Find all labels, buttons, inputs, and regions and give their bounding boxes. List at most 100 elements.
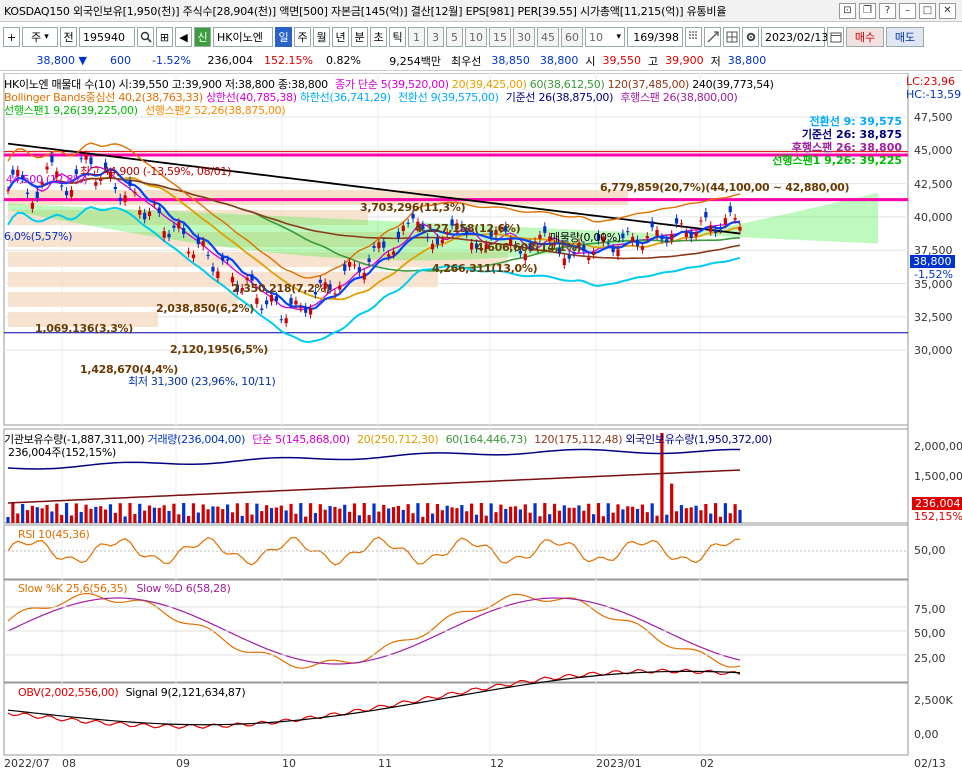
candle-body xyxy=(621,233,625,239)
legend-vol-ma20: 20(250,712,30) xyxy=(357,433,439,446)
volume-bar xyxy=(250,514,254,523)
interval-3[interactable]: 3 xyxy=(427,27,444,47)
candle-body xyxy=(411,214,415,219)
candle-body xyxy=(30,202,34,209)
volume-profile-7: 2,038,850(6,2%) xyxy=(156,302,254,315)
period-week[interactable]: 주 xyxy=(294,27,311,47)
candle-body xyxy=(655,229,659,237)
volume-bar xyxy=(133,513,137,523)
volume-bar xyxy=(6,517,10,523)
count-field[interactable]: 169/398 xyxy=(627,27,683,47)
candle-body xyxy=(343,264,347,271)
period-tick[interactable]: 틱 xyxy=(389,27,406,47)
interval-45[interactable]: 45 xyxy=(537,27,559,47)
legend-line-3: 선행스팬1 9,26(39,225,00) 선행스팬2 52,26(38,875… xyxy=(4,102,286,118)
volume-profile-8: 1,069,136(3,3%) xyxy=(35,322,133,335)
volume-bar xyxy=(89,508,93,523)
expand-button[interactable]: + xyxy=(3,27,20,47)
prev-button[interactable]: 전 xyxy=(60,27,77,47)
volume-bar xyxy=(645,512,649,523)
calendar-icon[interactable] xyxy=(827,27,844,47)
volume-bar xyxy=(440,510,444,523)
price-tick-7: 30,000 xyxy=(914,344,953,358)
dock-button[interactable]: ⊡ xyxy=(839,2,856,19)
candle-body xyxy=(440,239,444,243)
legend-volume-val: 거래량(236,004,00) xyxy=(147,433,246,446)
search-icon[interactable] xyxy=(137,27,154,47)
period-month[interactable]: 월 xyxy=(313,27,330,47)
window-title: KOSDAQ150 외국인보유[1,950(천)] 주식수[28,904(천)]… xyxy=(4,4,727,18)
volume-bar xyxy=(343,504,347,523)
candle-body xyxy=(679,223,684,225)
stock-name-field[interactable]: HK이노엔 xyxy=(213,27,273,47)
rsi-pane xyxy=(3,524,909,580)
volume-bar xyxy=(650,503,654,523)
chart-area[interactable]: HK이노엔 매물대 수(10) 시:39,550 고:39,900 저:38,8… xyxy=(0,73,962,774)
volume-bar xyxy=(333,506,337,523)
gear-icon[interactable] xyxy=(742,27,759,47)
volume-bar xyxy=(665,514,669,523)
interval-15[interactable]: 15 xyxy=(489,27,511,47)
volume-bar xyxy=(631,506,635,523)
volume-bar xyxy=(509,506,513,523)
candle-body xyxy=(640,246,644,250)
period-second[interactable]: 초 xyxy=(370,27,387,47)
maximize-button[interactable]: □ xyxy=(919,2,936,19)
restore-button[interactable]: ❐ xyxy=(859,2,876,19)
sell-button[interactable]: 매도 xyxy=(886,27,924,47)
candle-body xyxy=(50,155,54,163)
minimize-button[interactable]: – xyxy=(899,2,916,19)
candle-body xyxy=(182,228,186,235)
interval-5[interactable]: 5 xyxy=(446,27,463,47)
interval-10[interactable]: 10 xyxy=(465,27,487,47)
draw-tool-icon[interactable] xyxy=(704,27,721,47)
legend-lead-b: 선행스팬2 52,26(38,875,00) xyxy=(144,104,286,117)
interval-30[interactable]: 30 xyxy=(513,27,535,47)
volume-bar xyxy=(40,508,44,523)
interval-60[interactable]: 60 xyxy=(561,27,583,47)
volume-bar xyxy=(465,511,469,523)
volume-bar xyxy=(186,516,191,523)
candle-body xyxy=(611,247,615,253)
lock-icon[interactable]: ⊞ xyxy=(156,27,173,47)
candle-body xyxy=(64,191,69,196)
candle-body xyxy=(211,266,215,272)
x-label-08: 08 xyxy=(62,757,76,770)
candle-body xyxy=(728,206,732,213)
candle-body xyxy=(143,212,147,220)
help-button[interactable]: ? xyxy=(879,2,896,19)
volume-profile-bar xyxy=(8,190,628,205)
grid-icon[interactable] xyxy=(723,27,740,47)
stock-code-input[interactable]: 195940 xyxy=(79,27,135,47)
close-button[interactable]: ✕ xyxy=(939,2,956,19)
volume-bar xyxy=(474,514,479,523)
volume-bar xyxy=(348,511,352,523)
candle-body xyxy=(714,229,718,233)
volume-bar xyxy=(382,504,386,523)
candle-body xyxy=(113,186,117,190)
period-year[interactable]: 년 xyxy=(332,27,349,47)
vol-tick-1_5m: 1,500,000 xyxy=(914,470,962,483)
volume-bar xyxy=(377,511,381,523)
candle-body xyxy=(206,255,210,257)
buy-button[interactable]: 매수 xyxy=(846,27,884,47)
volume-bar xyxy=(260,511,264,523)
market-select[interactable]: 주 ▾ xyxy=(22,27,58,47)
candle-body xyxy=(128,180,132,186)
candle-body xyxy=(284,318,288,324)
interval-select[interactable]: 10 ▾ xyxy=(585,27,625,47)
interval-1[interactable]: 1 xyxy=(408,27,425,47)
current-price-tag: 38,800 xyxy=(910,255,955,268)
crosshair-icon[interactable] xyxy=(685,27,702,47)
volume-bar xyxy=(484,515,488,523)
volume-bar xyxy=(538,516,542,523)
volume-bar xyxy=(489,503,493,523)
date-field[interactable]: 2023/02/13 xyxy=(761,27,828,47)
volume-bar xyxy=(728,513,732,523)
volume-bar xyxy=(128,503,132,523)
period-day[interactable]: 일 xyxy=(275,27,292,47)
price-tick-0: 47,500 xyxy=(914,111,953,124)
speaker-icon[interactable]: ◀ xyxy=(175,27,192,47)
legend-volume: 기관보유수량(-1,887,311,00) 거래량(236,004,00) 단순… xyxy=(4,431,772,447)
period-minute[interactable]: 분 xyxy=(351,27,368,47)
